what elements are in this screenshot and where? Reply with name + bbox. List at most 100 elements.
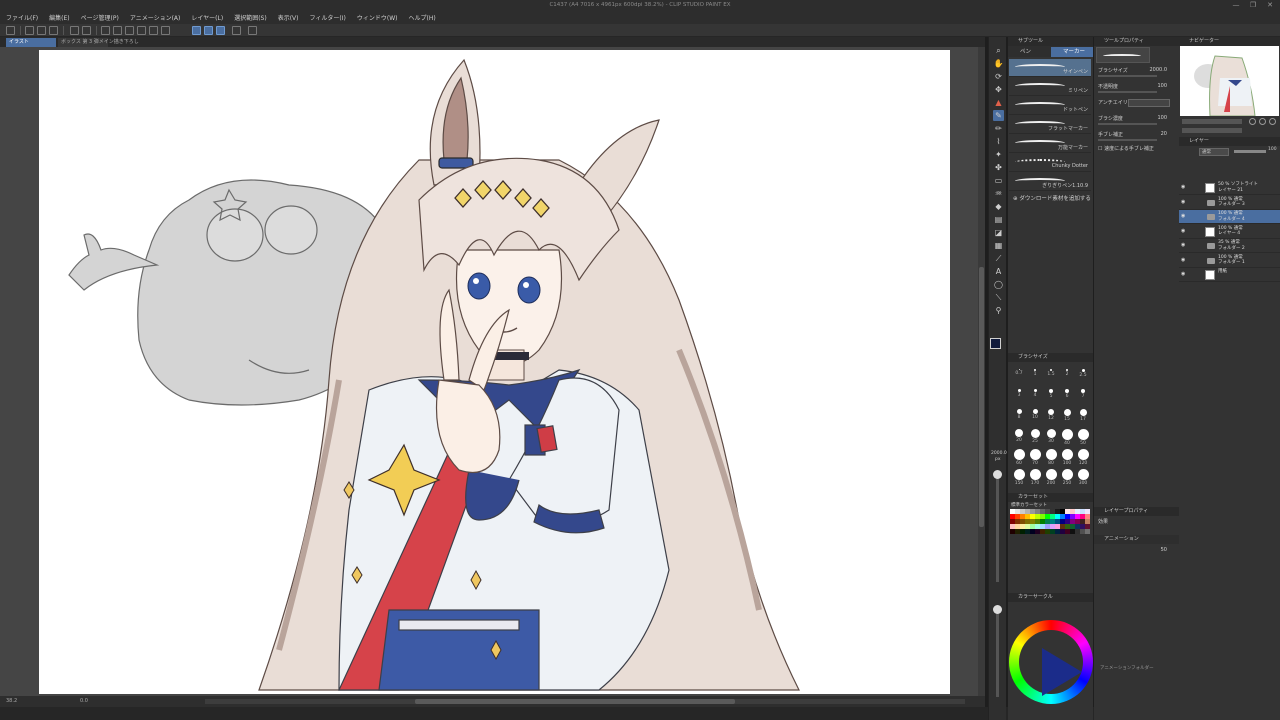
layer-opacity-value[interactable]: 100: [1268, 147, 1277, 152]
clip-studio-icon[interactable]: [6, 26, 15, 35]
rotation-slider[interactable]: [1182, 128, 1242, 133]
brush-item[interactable]: フラットマーカー: [1009, 116, 1091, 134]
brush-size-preset[interactable]: 150: [1011, 469, 1027, 486]
visibility-eye-icon[interactable]: ◉: [1181, 228, 1187, 234]
snap-ruler-icon[interactable]: [192, 26, 201, 35]
brush-item[interactable]: Chunky Dotter: [1009, 154, 1091, 172]
fill-tool-icon[interactable]: ▲: [993, 97, 1004, 108]
visibility-eye-icon[interactable]: ◉: [1181, 272, 1187, 277]
scroll-thumb[interactable]: [979, 267, 984, 527]
show-selection-icon[interactable]: [161, 26, 170, 35]
hand-tool-icon[interactable]: ✋: [993, 58, 1004, 69]
brush-size-preset[interactable]: 250: [1059, 469, 1075, 486]
layer-opacity-slider[interactable]: [1234, 150, 1266, 153]
scroll-thumb[interactable]: [415, 699, 735, 704]
layer-row[interactable]: ◉ 35 % 通常 フォルダー 2: [1179, 239, 1280, 253]
zoom-out-icon[interactable]: [1259, 118, 1266, 125]
brush-size-preset[interactable]: 6: [1059, 389, 1075, 399]
brush-size-preset[interactable]: 30: [1043, 429, 1059, 444]
text-tool-icon[interactable]: A: [993, 266, 1004, 277]
zoom-value[interactable]: 38.2: [6, 698, 17, 704]
menu-file[interactable]: ファイル(F): [6, 13, 38, 22]
rotate-tool-icon[interactable]: ⟳: [993, 71, 1004, 82]
aa-selector[interactable]: [1128, 99, 1170, 107]
brush-size-preset[interactable]: 100: [1059, 449, 1075, 466]
transform-icon[interactable]: [125, 26, 134, 35]
visibility-eye-icon[interactable]: ◉: [1181, 243, 1187, 248]
menu-page[interactable]: ページ管理(P): [81, 13, 119, 22]
blend-tool-icon[interactable]: ♒: [993, 188, 1004, 199]
value[interactable]: 2000.0: [1150, 67, 1168, 73]
snap-grid-icon[interactable]: [216, 26, 225, 35]
layer-row[interactable]: ◉ 100 % 通常 フォルダー 3: [1179, 196, 1280, 210]
brush-size-preset[interactable]: 170: [1027, 469, 1043, 486]
ruler-icon[interactable]: [232, 26, 241, 35]
anim-opacity-row[interactable]: 50: [1098, 547, 1175, 557]
zoom-tool-icon[interactable]: ⌕: [993, 45, 1004, 56]
pen-tool-icon[interactable]: ✎: [993, 110, 1004, 121]
visibility-eye-icon[interactable]: ◉: [1181, 257, 1187, 263]
color-swatch[interactable]: [1085, 529, 1090, 534]
speed-stabilization-row[interactable]: ☐ 速度による手ブレ補正: [1098, 145, 1175, 155]
canvas-horizontal-scrollbar[interactable]: [205, 699, 965, 704]
brush-size-preset[interactable]: 10: [1027, 409, 1043, 420]
correct-line-tool-icon[interactable]: ⟍: [993, 292, 1004, 303]
value[interactable]: 20: [1161, 131, 1167, 137]
settings-icon[interactable]: [248, 26, 257, 35]
brush-size-preset[interactable]: 20: [1011, 429, 1027, 443]
menu-animation[interactable]: アニメーション(A): [130, 13, 181, 22]
value[interactable]: 50: [1161, 547, 1167, 553]
brush-size-preset[interactable]: 80: [1043, 449, 1059, 466]
stabilization-row[interactable]: 手ブレ補正 20: [1098, 131, 1175, 141]
brush-item[interactable]: サインペン: [1009, 59, 1091, 77]
tab-illustration[interactable]: イラスト: [6, 38, 56, 47]
brush-size-preset[interactable]: 3: [1011, 389, 1027, 398]
brush-size-preset[interactable]: 300: [1075, 469, 1091, 486]
invert-selection-icon[interactable]: [149, 26, 158, 35]
tab-marker[interactable]: マーカー: [1051, 47, 1093, 57]
slider[interactable]: [1098, 75, 1157, 77]
open-file-icon[interactable]: [37, 26, 46, 35]
navigator-thumbnail[interactable]: [1180, 46, 1279, 116]
canvas-area[interactable]: [0, 47, 985, 696]
brush-size-preset[interactable]: 120: [1075, 449, 1091, 466]
close-button[interactable]: ✕: [1262, 1, 1278, 10]
brush-size-slider[interactable]: 2000.0 px: [991, 451, 1007, 702]
download-material-button[interactable]: ⊕ ダウンロード素材を追加する: [1013, 194, 1091, 202]
brush-size-preset[interactable]: 8: [1011, 409, 1027, 420]
effect-row[interactable]: 効果: [1098, 518, 1175, 528]
value[interactable]: 100: [1157, 115, 1167, 121]
main-color-chip[interactable]: [990, 338, 1001, 349]
canvas-paper[interactable]: [39, 50, 950, 694]
brush-size-preset[interactable]: 2: [1059, 369, 1075, 377]
brush-size-preset[interactable]: 12: [1043, 409, 1059, 421]
value[interactable]: 100: [1157, 83, 1167, 89]
slider[interactable]: [1098, 139, 1157, 141]
opacity-row[interactable]: 不透明度 100: [1098, 83, 1175, 93]
blend-mode-select[interactable]: 通常: [1199, 148, 1229, 156]
rotation-value[interactable]: 0.0: [80, 696, 88, 707]
brush-item[interactable]: ドットペン: [1009, 97, 1091, 115]
menu-help[interactable]: ヘルプ(H): [408, 13, 435, 22]
visibility-eye-icon[interactable]: ◉: [1181, 199, 1187, 205]
frame-tool-icon[interactable]: ▦: [993, 240, 1004, 251]
brush-size-preset[interactable]: 200: [1043, 469, 1059, 486]
minimize-button[interactable]: —: [1228, 1, 1244, 10]
brush-size-preset[interactable]: 2.5: [1075, 369, 1091, 378]
decoration-tool-icon[interactable]: ✤: [993, 162, 1004, 173]
brush-item[interactable]: ぎりぎりペン1.10.9: [1009, 173, 1091, 191]
brush-size-preset[interactable]: 4: [1027, 389, 1043, 398]
snap-special-ruler-icon[interactable]: [204, 26, 213, 35]
redo-icon[interactable]: [82, 26, 91, 35]
slider[interactable]: [1098, 91, 1157, 93]
eraser-tool-icon[interactable]: ▭: [993, 175, 1004, 186]
canvas-vertical-scrollbar[interactable]: [978, 47, 985, 696]
brush-size-preset[interactable]: 25: [1027, 429, 1043, 444]
visibility-eye-icon[interactable]: ◉: [1181, 214, 1187, 219]
slider[interactable]: [1098, 123, 1157, 125]
brush-size-preset[interactable]: 17: [1075, 409, 1091, 422]
layer-row[interactable]: ◉ 100 % 通常 フォルダー 1: [1179, 254, 1280, 268]
brush-size-preset[interactable]: 0.7: [1011, 369, 1027, 376]
brush-size-preset[interactable]: 1.5: [1043, 369, 1059, 377]
airbrush-tool-icon[interactable]: ✦: [993, 149, 1004, 160]
